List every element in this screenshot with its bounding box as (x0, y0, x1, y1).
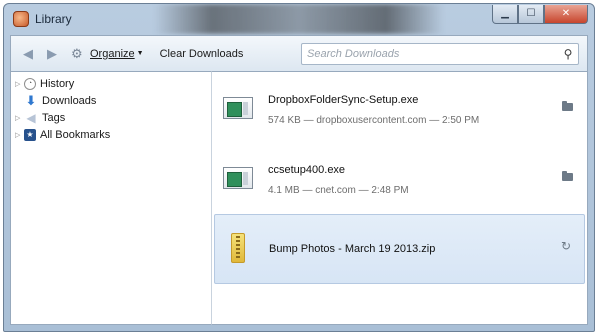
exe-file-icon (223, 167, 253, 189)
chevron-down-icon: ▼ (136, 50, 144, 57)
retry-icon[interactable]: ↻ (561, 239, 571, 253)
search-box: ⚲ (301, 43, 579, 65)
sidebar-item-label: Downloads (42, 94, 97, 107)
download-meta: 4.1 MB — cnet.com — 2:48 PM (268, 185, 409, 196)
sidebar-item-downloads[interactable]: ⬇ Downloads (11, 92, 211, 109)
window-controls: ▁ ☐ ✕ (492, 5, 588, 25)
download-arrow-icon: ⬇ (25, 92, 37, 108)
download-meta: 574 KB — dropboxusercontent.com — 2:50 P… (268, 115, 480, 126)
close-button[interactable]: ✕ (544, 5, 588, 24)
expand-arrow-icon[interactable]: ▷ (15, 131, 24, 139)
tag-icon: ◀ (26, 110, 36, 125)
download-filename: DropboxFolderSync-Setup.exe (268, 94, 419, 106)
expand-arrow-icon[interactable]: ▷ (15, 114, 24, 122)
back-arrow-icon[interactable]: ◀ (21, 46, 35, 62)
organize-label: Organize (90, 47, 135, 60)
history-clock-icon: ◔ (24, 77, 36, 90)
organize-gear-icon: ⚙ (71, 45, 83, 61)
sidebar-item-label: All Bookmarks (40, 128, 111, 141)
firefox-icon (13, 11, 29, 27)
organize-menu-button[interactable]: ⚙ Organize ▼ (71, 45, 144, 61)
download-filename: ccsetup400.exe (268, 164, 346, 176)
sidebar-item-tags[interactable]: ▷ ◀ Tags (11, 109, 211, 126)
downloads-list: DropboxFolderSync-Setup.exe 574 KB — dro… (211, 71, 588, 325)
window-title: Library (35, 12, 72, 26)
sidebar-item-all-bookmarks[interactable]: ▷ ★ All Bookmarks (11, 126, 211, 143)
search-input[interactable] (307, 45, 558, 63)
sidebar-item-history[interactable]: ▷ ◔ History (11, 75, 211, 92)
download-item[interactable]: DropboxFolderSync-Setup.exe 574 KB — dro… (214, 74, 585, 140)
clear-downloads-button[interactable]: Clear Downloads (160, 48, 244, 60)
download-filename: Bump Photos - March 19 2013.zip (269, 243, 436, 255)
download-item-selected[interactable]: Bump Photos - March 19 2013.zip ↻ (214, 214, 585, 284)
zip-file-icon (231, 233, 245, 263)
minimize-button[interactable]: ▁ (492, 5, 518, 24)
sidebar-tree: ▷ ◔ History ⬇ Downloads ▷ ◀ Tags ▷ ★ All… (10, 71, 211, 325)
sidebar-item-label: History (40, 77, 75, 90)
download-item[interactable]: ccsetup400.exe 4.1 MB — cnet.com — 2:48 … (214, 144, 585, 210)
maximize-button[interactable]: ☐ (518, 5, 544, 24)
sidebar-item-label: Tags (42, 111, 66, 124)
bookmarks-icon: ★ (24, 128, 36, 141)
library-window: Library ▁ ☐ ✕ ◀ ▶ ⚙ Organize ▼ Clear Dow… (3, 3, 595, 332)
expand-arrow-icon[interactable]: ▷ (15, 80, 24, 88)
search-icon[interactable]: ⚲ (558, 47, 578, 61)
forward-arrow-icon[interactable]: ▶ (45, 46, 59, 62)
title-bar[interactable]: Library ▁ ☐ ✕ (4, 4, 594, 34)
toolbar: ◀ ▶ ⚙ Organize ▼ Clear Downloads ⚲ (10, 35, 588, 71)
exe-file-icon (223, 97, 253, 119)
open-folder-icon[interactable] (562, 171, 573, 181)
open-folder-icon[interactable] (562, 101, 573, 111)
